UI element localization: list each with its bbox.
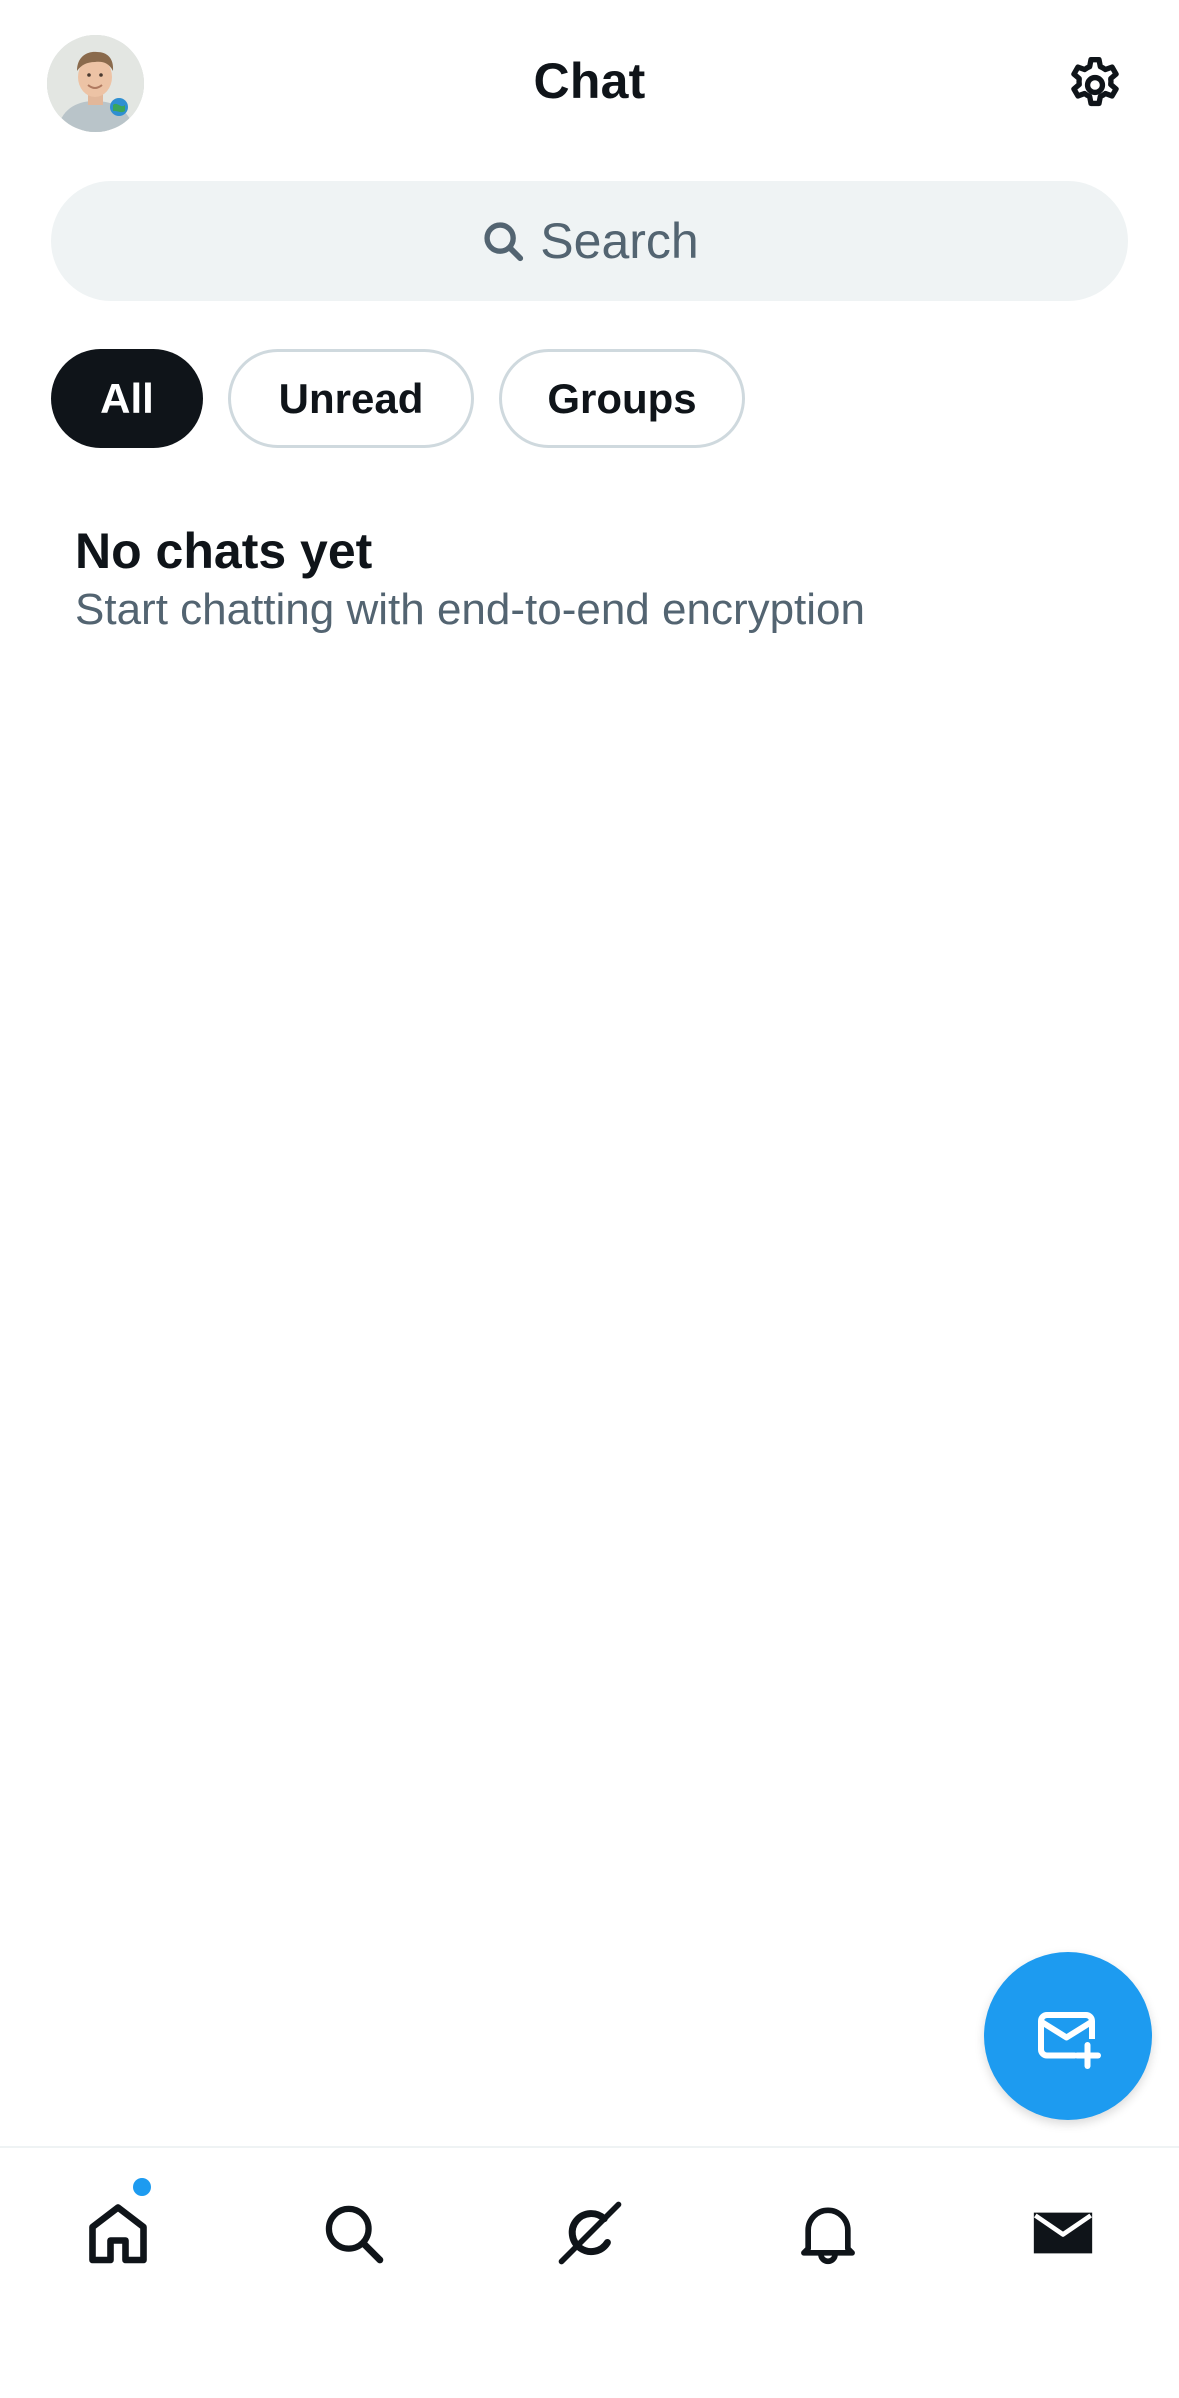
search-icon — [325, 2205, 384, 2264]
home-icon — [89, 2204, 147, 2264]
new-message-icon — [1038, 2012, 1101, 2069]
nav-grok[interactable] — [540, 2183, 640, 2283]
grok-icon — [558, 2201, 622, 2265]
bell-icon — [801, 2207, 855, 2265]
nav-search[interactable] — [303, 2183, 403, 2283]
home-notification-dot — [133, 2178, 151, 2196]
filter-groups[interactable]: Groups — [499, 349, 745, 448]
search-icon — [484, 222, 524, 262]
nav-home[interactable] — [68, 2183, 168, 2283]
empty-state-subtitle: Start chatting with end-to-end encryptio… — [75, 585, 866, 634]
filter-unread[interactable]: Unread — [228, 349, 474, 448]
mail-icon — [1033, 2212, 1093, 2254]
search-placeholder: Search — [540, 213, 699, 269]
new-message-button[interactable] — [984, 1952, 1152, 2120]
empty-state: No chats yet Start chatting with end-to-… — [75, 520, 865, 638]
page-title: Chat — [533, 53, 646, 109]
gear-icon — [1071, 57, 1119, 107]
settings-button[interactable] — [1060, 50, 1130, 120]
filter-tabs: All Unread Groups — [51, 349, 745, 448]
search-bar[interactable]: Search — [51, 181, 1128, 301]
filter-all[interactable]: All — [51, 349, 203, 448]
empty-state-title: No chats yet — [75, 523, 373, 579]
nav-messages[interactable] — [1013, 2183, 1113, 2283]
top-app-bar: Chat — [0, 0, 1179, 170]
bottom-navigation — [0, 2146, 1179, 2398]
nav-notifications[interactable] — [778, 2183, 878, 2283]
